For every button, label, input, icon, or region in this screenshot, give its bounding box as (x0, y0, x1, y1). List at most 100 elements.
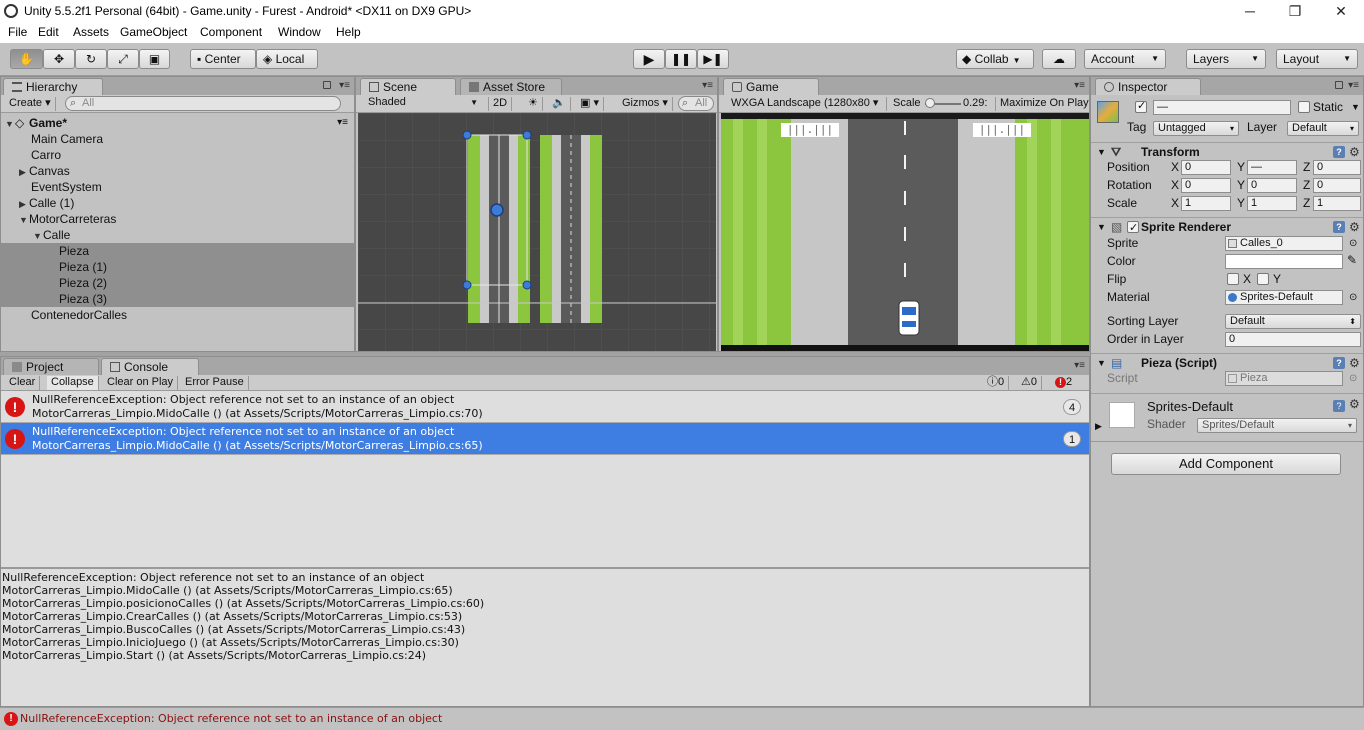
shader-dropdown[interactable]: Sprites/Default ▾ (1197, 418, 1357, 433)
static-dropdown-icon[interactable]: ▼ (1351, 99, 1360, 116)
material-field[interactable]: Sprites-Default (1225, 290, 1343, 305)
scale-tool-button[interactable]: ⤢ (107, 49, 139, 69)
rotation-x-field[interactable]: 0 (1181, 178, 1231, 193)
flip-x-checkbox[interactable] (1227, 273, 1239, 285)
layers-dropdown[interactable]: Layers ▼ (1186, 49, 1266, 69)
script-component-header[interactable]: ▼ ▤ Pieza (Script) ? ⚙ (1091, 353, 1363, 371)
minimize-button[interactable]: ─ (1227, 0, 1273, 23)
menu-edit[interactable]: Edit (38, 25, 59, 39)
collab-dropdown[interactable]: ◆ Collab ▼ (956, 49, 1034, 69)
tab-scene[interactable]: Scene (360, 78, 456, 95)
expand-triangle-icon[interactable]: ▼ (1097, 354, 1106, 372)
handle[interactable] (462, 130, 472, 140)
color-swatch[interactable] (1225, 254, 1343, 269)
position-z-field[interactable]: 0 (1313, 160, 1361, 175)
tab-inspector[interactable]: Inspector (1095, 78, 1201, 95)
active-checkbox[interactable] (1135, 99, 1147, 113)
status-message[interactable]: NullReferenceException: Object reference… (20, 712, 442, 725)
panel-menu-icon[interactable]: ▾≡ (702, 80, 713, 91)
expand-triangle-icon[interactable]: ▼ (33, 228, 43, 244)
gear-icon[interactable]: ⚙ (1349, 218, 1360, 236)
log-entry[interactable]: ! NullReferenceException: Object referen… (1, 391, 1089, 423)
static-checkbox[interactable] (1298, 101, 1310, 113)
rotation-z-field[interactable]: 0 (1313, 178, 1361, 193)
lock-icon[interactable] (323, 81, 331, 89)
hand-tool-button[interactable]: ✋ (10, 49, 43, 69)
add-component-button[interactable]: Add Component (1111, 453, 1341, 475)
scene-menu-icon[interactable]: ▾≡ (337, 115, 348, 131)
position-y-field[interactable]: — (1247, 160, 1297, 175)
panel-menu-icon[interactable]: ▾≡ (1348, 80, 1359, 91)
pivot-local-button[interactable]: ◈ Local (256, 49, 318, 69)
shading-dropdown[interactable]: Shaded ▼ (364, 96, 482, 111)
sorting-layer-dropdown[interactable]: Default ⬍ (1225, 314, 1361, 329)
error-pause-toggle[interactable]: Error Pause (181, 376, 249, 390)
aspect-dropdown[interactable]: WXGA Landscape (1280x80 ▾ (727, 97, 887, 111)
lock-icon[interactable] (1335, 81, 1343, 89)
clear-on-play-toggle[interactable]: Clear on Play (103, 376, 179, 390)
hierarchy-item-pieza-2[interactable]: Pieza (2) (1, 275, 354, 291)
scale-z-field[interactable]: 1 (1313, 196, 1361, 211)
eyedropper-icon[interactable]: ✎ (1347, 252, 1357, 269)
lighting-toggle-icon[interactable]: ☀ (524, 97, 543, 111)
log-entry-selected[interactable]: ! NullReferenceException: Object referen… (1, 423, 1089, 455)
layout-dropdown[interactable]: Layout ▼ (1276, 49, 1358, 69)
gizmos-dropdown[interactable]: Gizmos ▾ (618, 97, 673, 111)
hierarchy-item-pieza[interactable]: Pieza (1, 243, 354, 259)
hierarchy-item-calle[interactable]: ▼Calle (1, 227, 354, 243)
game-viewport[interactable]: |||.||| |||.||| (721, 113, 1089, 351)
create-dropdown[interactable]: Create ▾ (5, 97, 56, 111)
hierarchy-item-motorcarreteras[interactable]: ▼MotorCarreteras (1, 211, 354, 227)
scene-search-input[interactable]: ⌕ All (678, 96, 714, 111)
expand-triangle-icon[interactable]: ▼ (1097, 218, 1106, 236)
rotate-tool-button[interactable]: ↻ (75, 49, 107, 69)
handle[interactable] (462, 280, 472, 290)
stack-trace-area[interactable]: NullReferenceException: Object reference… (1, 569, 1089, 706)
menu-file[interactable]: File (8, 25, 27, 39)
scale-slider-thumb[interactable] (925, 98, 935, 108)
panel-menu-icon[interactable]: ▾≡ (1074, 360, 1085, 371)
collapse-triangle-icon[interactable]: ▶ (19, 196, 29, 212)
tag-dropdown[interactable]: Untagged ▾ (1153, 121, 1239, 136)
close-button[interactable]: ✕ (1318, 0, 1364, 23)
help-icon[interactable]: ? (1333, 146, 1345, 158)
effects-dropdown-icon[interactable]: ▣ ▾ (576, 97, 604, 111)
scale-y-field[interactable]: 1 (1247, 196, 1297, 211)
maximize-on-play-toggle[interactable]: Maximize On Play (995, 97, 1093, 111)
pivot-handle[interactable] (490, 203, 504, 217)
2d-toggle[interactable]: 2D (488, 97, 513, 111)
expand-triangle-icon[interactable]: ▼ (5, 116, 15, 132)
maximize-button[interactable]: ❐ (1272, 0, 1318, 23)
rotation-y-field[interactable]: 0 (1247, 178, 1297, 193)
audio-toggle-icon[interactable]: 🔈 (548, 97, 571, 111)
expand-triangle-icon[interactable]: ▼ (19, 212, 29, 228)
hierarchy-item-pieza-3[interactable]: Pieza (3) (1, 291, 354, 307)
scene-viewport[interactable] (358, 113, 716, 351)
panel-menu-icon[interactable]: ▾≡ (339, 80, 350, 91)
hierarchy-item-main-camera[interactable]: Main Camera (1, 131, 354, 147)
sprite-field[interactable]: Calles_0 (1225, 236, 1343, 251)
collapse-triangle-icon[interactable]: ▶ (1095, 418, 1102, 435)
object-picker-icon[interactable]: ⊙ (1349, 289, 1357, 306)
position-x-field[interactable]: 0 (1181, 160, 1231, 175)
hierarchy-search-input[interactable]: ⌕ All (65, 96, 341, 111)
gear-icon[interactable]: ⚙ (1349, 143, 1360, 161)
step-button[interactable]: ▶❚ (697, 49, 729, 69)
warning-filter-toggle[interactable]: ⚠0 (1017, 376, 1042, 390)
name-field[interactable]: — (1153, 100, 1291, 115)
account-dropdown[interactable]: Account ▼ (1084, 49, 1166, 69)
cloud-button[interactable]: ☁ (1042, 49, 1076, 69)
hierarchy-item-carro[interactable]: Carro (1, 147, 354, 163)
clear-button[interactable]: Clear (5, 376, 41, 390)
hierarchy-item-eventsystem[interactable]: EventSystem (1, 179, 354, 195)
tab-console[interactable]: Console (101, 358, 199, 375)
scene-row[interactable]: ▼◇ Game* ▾≡ (1, 115, 354, 131)
info-filter-toggle[interactable]: ⓘ0 (983, 376, 1010, 390)
tab-game[interactable]: Game (723, 78, 819, 95)
menu-help[interactable]: Help (336, 25, 361, 39)
help-icon[interactable]: ? (1333, 221, 1345, 233)
hierarchy-item-canvas[interactable]: ▶ Canvas (1, 163, 354, 179)
rect-tool-button[interactable]: ▣ (139, 49, 170, 69)
tab-project[interactable]: Project (3, 358, 99, 375)
play-button[interactable]: ▶ (633, 49, 665, 69)
